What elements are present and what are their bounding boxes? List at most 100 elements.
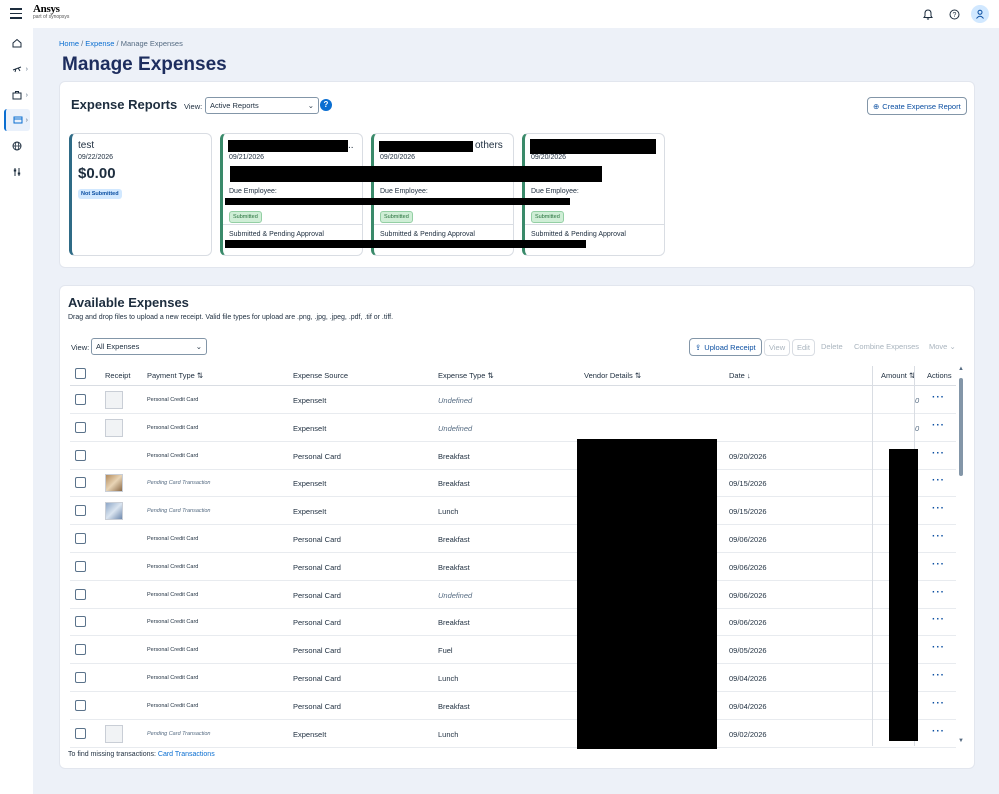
table-row[interactable]: Personal Credit Card Personal Card Lunch 09… bbox=[70, 664, 956, 692]
bell-icon[interactable] bbox=[919, 5, 937, 23]
user-icon[interactable] bbox=[971, 5, 989, 23]
table-row[interactable]: Pending Card Transaction ExpenseIt Breakfa… bbox=[70, 469, 956, 498]
combine-expenses-button[interactable]: Combine Expenses bbox=[850, 339, 923, 354]
receipt-thumbnail[interactable] bbox=[105, 474, 123, 493]
more-actions-icon[interactable]: ··· bbox=[932, 642, 945, 653]
more-actions-icon[interactable]: ··· bbox=[932, 670, 945, 681]
more-actions-icon[interactable]: ··· bbox=[932, 503, 945, 514]
view-button[interactable]: View bbox=[764, 339, 791, 356]
edit-button[interactable]: Edit bbox=[792, 339, 815, 356]
ansys-logo[interactable]: Ansys part of synopsys bbox=[33, 4, 69, 20]
expense-card-icon[interactable]: › bbox=[4, 109, 30, 131]
row-checkbox[interactable] bbox=[75, 588, 86, 600]
row-checkbox[interactable] bbox=[75, 477, 86, 489]
delete-button[interactable]: Delete bbox=[817, 339, 847, 354]
question-help-icon[interactable]: ? bbox=[320, 99, 332, 111]
sort-icon: ⇅ bbox=[487, 371, 494, 380]
travel-icon[interactable]: › bbox=[4, 58, 30, 80]
table-row[interactable]: Personal Credit Card Personal Card Breakfa… bbox=[70, 525, 956, 553]
expense-source-cell: Personal Card bbox=[293, 701, 341, 711]
report-card[interactable]: test 09/22/2026 $0.00 Not Submitted bbox=[69, 133, 212, 256]
help-icon[interactable]: ? bbox=[945, 5, 963, 23]
table-row[interactable]: Personal Credit Card Personal Card Breakfa… bbox=[70, 553, 956, 581]
payment-type-cell: Personal Credit Card bbox=[147, 675, 199, 681]
briefcase-icon[interactable]: › bbox=[4, 84, 30, 106]
row-checkbox[interactable] bbox=[75, 533, 86, 544]
column-expense-type[interactable]: Expense Type ⇅ bbox=[438, 371, 494, 380]
column-vendor-details[interactable]: Vendor Details ⇅ bbox=[584, 371, 641, 380]
more-actions-icon[interactable]: ··· bbox=[932, 392, 945, 403]
expenses-view-select[interactable]: All Expenses ⌄ bbox=[91, 338, 207, 355]
row-checkbox[interactable] bbox=[75, 616, 86, 628]
row-checkbox[interactable] bbox=[75, 394, 86, 405]
redacted-block bbox=[228, 140, 348, 152]
breadcrumb-expense[interactable]: Expense bbox=[85, 39, 114, 48]
column-expense-source[interactable]: Expense Source bbox=[293, 371, 348, 380]
date-cell: 09/06/2026 bbox=[729, 562, 767, 572]
table-row[interactable]: Pending Card Transaction ExpenseIt Lunch 09… bbox=[70, 497, 956, 526]
row-checkbox[interactable] bbox=[75, 672, 86, 683]
scroll-thumb[interactable] bbox=[959, 378, 963, 476]
date-label: Date bbox=[729, 371, 745, 380]
row-checkbox[interactable] bbox=[75, 449, 86, 461]
column-amount[interactable]: Amount ⇅ bbox=[881, 371, 915, 380]
card-transactions-link[interactable]: Card Transactions bbox=[158, 751, 215, 758]
receipt-thumbnail[interactable] bbox=[105, 418, 123, 437]
row-checkbox[interactable] bbox=[75, 560, 86, 572]
table-row[interactable]: Personal Credit Card Personal Card Breakfa… bbox=[70, 442, 956, 470]
expense-source-cell: ExpenseIt bbox=[293, 423, 327, 433]
report-card[interactable]: others 09/20/2026 Due Employee: Submitte… bbox=[371, 133, 514, 256]
row-checkbox[interactable] bbox=[75, 505, 86, 517]
globe-icon[interactable] bbox=[4, 135, 30, 157]
more-actions-icon[interactable]: ··· bbox=[932, 448, 945, 459]
redacted-block bbox=[889, 449, 918, 741]
breadcrumb: Home / Expense / Manage Expenses bbox=[59, 39, 183, 48]
more-actions-icon[interactable]: ··· bbox=[932, 531, 945, 542]
row-checkbox[interactable] bbox=[75, 699, 86, 711]
payment-type-cell: Pending Card Transaction bbox=[147, 730, 211, 737]
receipt-thumbnail[interactable] bbox=[105, 391, 123, 409]
more-actions-icon[interactable]: ··· bbox=[932, 587, 945, 598]
amount-cell: 0 bbox=[915, 423, 920, 433]
more-actions-icon[interactable]: ··· bbox=[932, 475, 945, 486]
more-actions-icon[interactable]: ··· bbox=[932, 698, 945, 709]
table-row[interactable]: Personal Credit Card ExpenseIt Undefined 0 ·… bbox=[70, 386, 956, 414]
table-scrollbar[interactable]: ▲ ▼ bbox=[958, 366, 966, 748]
more-actions-icon[interactable]: ··· bbox=[932, 726, 945, 737]
move-button[interactable]: Move ⌄ bbox=[925, 339, 960, 354]
more-actions-icon[interactable]: ··· bbox=[932, 559, 945, 570]
amount-label: Amount bbox=[881, 371, 907, 380]
chevron-down-icon: ⌄ bbox=[307, 101, 314, 110]
footer-text: To find missing transactions: bbox=[68, 751, 156, 758]
table-row[interactable]: Pending Card Transaction ExpenseIt Lunch 09… bbox=[70, 720, 956, 748]
report-card[interactable]: .. 09/21/2026 Due Employee: Submitted Su… bbox=[220, 133, 363, 256]
column-payment-type[interactable]: Payment Type ⇅ bbox=[147, 371, 203, 380]
reports-view-select[interactable]: Active Reports ⌄ bbox=[205, 97, 319, 114]
column-date[interactable]: Date ↓ bbox=[729, 371, 751, 380]
home-icon[interactable] bbox=[4, 32, 30, 54]
row-checkbox[interactable] bbox=[75, 727, 86, 739]
upload-receipt-button[interactable]: ⇪ Upload Receipt bbox=[689, 338, 762, 356]
more-actions-icon[interactable]: ··· bbox=[932, 420, 945, 431]
row-checkbox[interactable] bbox=[75, 644, 86, 656]
table-row[interactable]: Personal Credit Card Personal Card Breakfa… bbox=[70, 608, 956, 637]
receipt-thumbnail[interactable] bbox=[105, 502, 123, 521]
hamburger-icon[interactable] bbox=[10, 8, 22, 19]
breadcrumb-home[interactable]: Home bbox=[59, 39, 79, 48]
settings-sliders-icon[interactable] bbox=[4, 161, 30, 183]
row-checkbox[interactable] bbox=[75, 421, 86, 433]
report-card[interactable]: 09/20/2026 Due Employee: Submitted Submi… bbox=[522, 133, 665, 256]
table-row[interactable]: Personal Credit Card Personal Card Undefin… bbox=[70, 581, 956, 609]
table-row[interactable]: Personal Credit Card ExpenseIt Undefined 0 ·… bbox=[70, 414, 956, 442]
scroll-down-icon[interactable]: ▼ bbox=[958, 738, 964, 744]
create-expense-report-button[interactable]: ⊕ Create Expense Report bbox=[867, 97, 967, 115]
more-actions-icon[interactable]: ··· bbox=[932, 614, 945, 625]
available-expenses-panel: Available Expenses Drag and drop files t… bbox=[59, 285, 975, 769]
select-all-checkbox[interactable] bbox=[75, 368, 86, 379]
column-receipt[interactable]: Receipt bbox=[105, 371, 130, 380]
table-row[interactable]: Personal Credit Card Personal Card Breakfa… bbox=[70, 692, 956, 720]
scroll-up-icon[interactable]: ▲ bbox=[958, 366, 964, 372]
receipt-thumbnail[interactable] bbox=[105, 724, 123, 743]
table-row[interactable]: Personal Credit Card Personal Card Fuel 09/… bbox=[70, 636, 956, 665]
chevron-down-icon: ⌄ bbox=[195, 342, 202, 351]
